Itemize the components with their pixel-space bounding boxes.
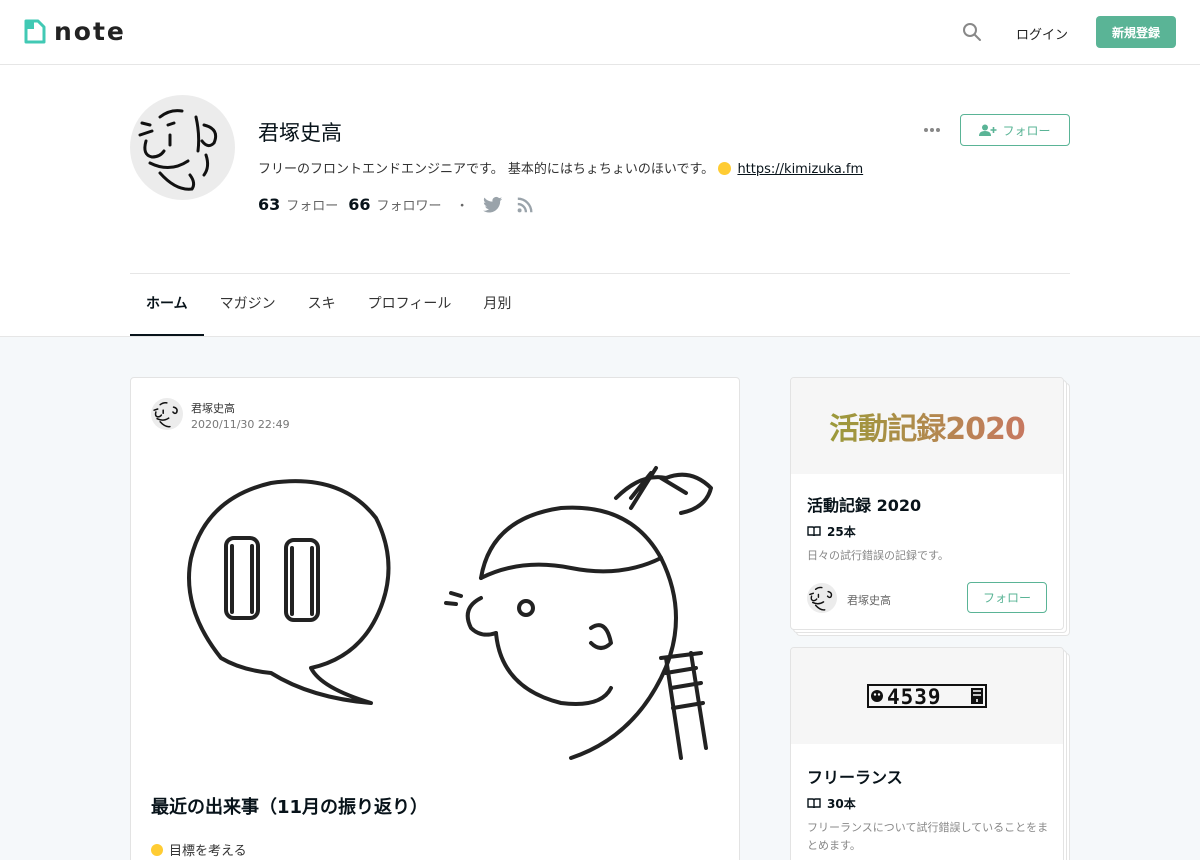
magazine-title[interactable]: フリーランス [807,764,903,788]
magazine-title[interactable]: 活動記録 2020 [807,492,921,516]
avatar-face-illustration [153,402,178,428]
post-date: 2020/11/30 22:49 [191,418,290,431]
book-icon [807,798,821,809]
magazine-cover-text: 活動記録2020 [829,404,1025,448]
search-icon[interactable] [962,22,982,42]
avatar-face-illustration [809,586,833,611]
follow-button[interactable]: フォロー [960,114,1070,146]
magazine-cover-logo: 4539 [867,684,987,709]
tab-likes[interactable]: スキ [292,274,352,336]
magazine-follow-button[interactable]: フォロー [967,582,1047,613]
stats-separator: ・ [455,199,469,214]
following-label[interactable]: フォロー [286,195,338,214]
magazine-cover-text: 4539 [887,685,942,709]
note-logo[interactable]: note [24,19,126,44]
magazine-card[interactable]: 活動記録2020 活動記録 2020 25本 日々の試行錯誤の記録です。 君塚史… [790,377,1064,630]
bio-link[interactable]: https://kimizuka.fm [737,162,863,177]
post-eyecatch-illustration [187,466,713,760]
following-count[interactable]: 63 [258,195,280,214]
tab-monthly[interactable]: 月別 [467,274,527,336]
magazine-owner-name[interactable]: 君塚史高 [847,592,891,608]
profile-avatar [130,95,235,200]
logo-text: note [54,17,126,46]
login-link[interactable]: ログイン [1016,24,1068,43]
magazine-count: 30本 [807,795,856,812]
tab-magazine[interactable]: マガジン [204,274,292,336]
magazine-count-text: 30本 [827,797,856,811]
smile-emoji-icon [718,162,732,175]
top-header: note ログイン 新規登録 [0,0,1200,65]
add-user-icon [979,124,997,136]
profile-name: 君塚史高 [258,121,342,145]
more-options-icon[interactable] [922,125,942,135]
magazine-count-text: 25本 [827,525,856,539]
followers-count[interactable]: 66 [348,195,370,214]
bio-text: フリーのフロントエンドエンジニアです。 基本的にはちょちょいのほいです。 [258,162,715,177]
book-icon [807,526,821,537]
rss-icon[interactable] [515,196,535,214]
profile-stats: 63 フォロー 66 フォロワー ・ [258,195,547,214]
twitter-icon[interactable] [482,196,503,214]
note-logo-icon [24,19,46,44]
followers-label[interactable]: フォロワー [377,195,442,214]
magazine-owner-avatar[interactable] [807,583,837,613]
magazine-cover: 活動記録2020 [791,378,1063,474]
tab-home[interactable]: ホーム [130,274,204,336]
magazine-description: 日々の試行錯誤の記録です。 [807,549,949,562]
magazine-description: フリーランスについて試行錯誤していることをまとめます。 [807,821,1049,852]
magazine-card[interactable]: 4539 フリーランス 30本 フリーランスについて試行錯誤していることをまとめ… [790,647,1064,860]
avatar-face-illustration [138,109,218,191]
magazine-cover: 4539 [791,648,1063,744]
post-excerpt-text: 目標を考える [169,844,247,859]
follow-button-label: フォロー [1002,123,1051,138]
signup-button[interactable]: 新規登録 [1096,16,1176,48]
magazine-count: 25本 [807,523,856,540]
post-author-avatar[interactable] [151,398,183,430]
profile-header: 君塚史高 フリーのフロントエンドエンジニアです。 基本的にはちょちょいのほいです… [0,65,1200,337]
post-title[interactable]: 最近の出来事（11月の振り返り） [151,793,428,819]
tab-profile[interactable]: プロフィール [352,274,468,336]
profile-bio: フリーのフロントエンドエンジニアです。 基本的にはちょちょいのほいです。 htt… [258,158,863,177]
post-excerpt: 目標を考える [151,840,247,859]
post-author-name[interactable]: 君塚史高 [191,400,235,416]
profile-tabs: ホーム マガジン スキ プロフィール 月別 [130,274,527,336]
post-card[interactable]: 君塚史高 2020/11/30 22:49 最近の出来事（11月の振り返り） 目… [130,377,740,860]
thinking-emoji-icon [151,844,163,856]
